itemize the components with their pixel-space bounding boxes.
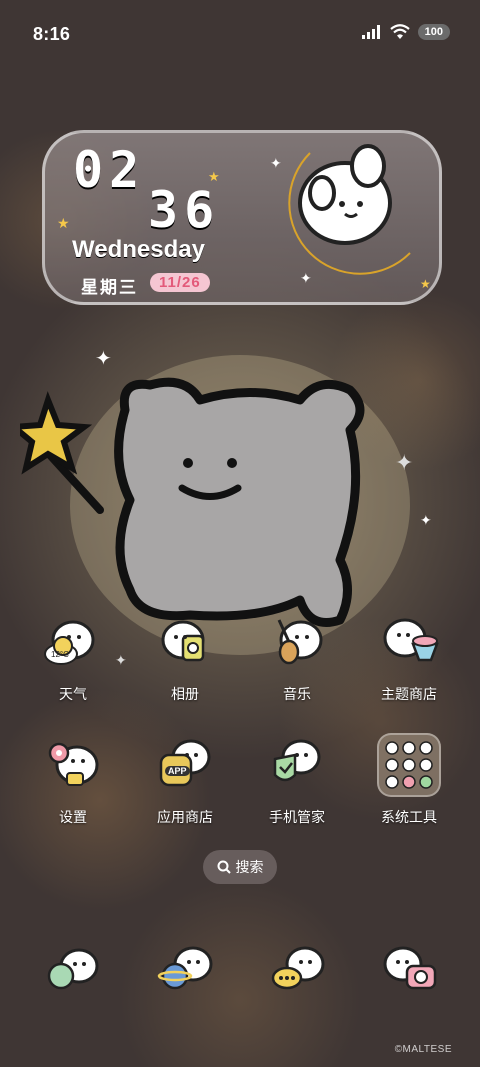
camera-bear-icon <box>377 938 441 1002</box>
app-label: 相册 <box>171 686 199 702</box>
app-settings[interactable]: 设置 <box>18 733 128 827</box>
status-icons: 100 <box>361 24 450 40</box>
app-theme-store[interactable]: 主题商店 <box>354 610 464 704</box>
app-label: 主题商店 <box>381 686 437 702</box>
clock-widget[interactable]: 02 36 Wednesday 星期三 11/26 ✦ ★ ✦ ★ ★ <box>42 130 442 305</box>
search-label: 搜索 <box>235 859 264 875</box>
status-time: 8:16 <box>33 24 71 44</box>
system-tools-folder-icon <box>377 733 441 797</box>
battery-indicator: 100 <box>417 24 450 40</box>
weather-bear-icon: 12°C <box>41 610 105 674</box>
app-store-bear-icon: APP <box>153 733 217 797</box>
widget-minute: 36 <box>148 181 221 239</box>
dock-camera[interactable] <box>354 938 464 1002</box>
app-weather[interactable]: 12°C 天气 <box>18 610 128 704</box>
wallpaper-credit: ©MALTESE <box>394 1044 452 1055</box>
app-label: 设置 <box>59 809 87 825</box>
app-label: 音乐 <box>283 686 311 702</box>
star-icon: ★ <box>57 215 70 231</box>
app-phone-manager[interactable]: 手机管家 <box>242 733 352 827</box>
svg-text:✦: ✦ <box>95 348 112 370</box>
app-label: 应用商店 <box>157 809 213 825</box>
app-gallery[interactable]: 相册 <box>130 610 240 704</box>
star-icon: ★ <box>208 169 220 184</box>
svg-text:✦: ✦ <box>300 270 312 286</box>
app-label: 系统工具 <box>381 809 437 825</box>
svg-text:✦: ✦ <box>395 450 413 475</box>
moon-bear-illustration: ✦ ★ ✦ <box>270 144 431 291</box>
app-system-tools[interactable]: 系统工具 <box>354 733 464 827</box>
app-music[interactable]: 音乐 <box>242 610 352 704</box>
status-bar: 8:16 100 <box>0 0 480 66</box>
widget-weekday: Wednesday <box>72 236 205 263</box>
dock-browser[interactable] <box>130 938 240 1002</box>
settings-bear-icon <box>41 733 105 797</box>
phone-manager-bear-icon <box>265 733 329 797</box>
app-store[interactable]: APP 应用商店 <box>130 733 240 827</box>
widget-weekday-cn: 星期三 <box>81 278 138 297</box>
svg-text:★: ★ <box>420 277 431 291</box>
svg-text:✦: ✦ <box>420 512 432 528</box>
phone-bear-icon <box>41 938 105 1002</box>
app-badge: APP <box>165 766 190 776</box>
messages-bear-icon <box>265 938 329 1002</box>
widget-date: 11/26 <box>150 273 210 292</box>
app-label: 天气 <box>59 686 87 702</box>
signal-icon <box>361 25 380 39</box>
svg-text:✦: ✦ <box>270 155 282 171</box>
dock-phone[interactable] <box>18 938 128 1002</box>
search-icon <box>217 860 231 874</box>
dock-messages[interactable] <box>242 938 352 1002</box>
search-button[interactable]: 搜索 <box>203 850 277 884</box>
gallery-bear-icon <box>153 610 217 674</box>
wifi-icon <box>389 24 410 39</box>
theme-store-bear-icon <box>377 610 441 674</box>
browser-bear-icon <box>153 938 217 1002</box>
app-label: 手机管家 <box>269 809 325 825</box>
music-bear-icon <box>265 610 329 674</box>
widget-hour: 02 <box>73 141 146 199</box>
weather-temp: 12°C <box>51 650 69 659</box>
